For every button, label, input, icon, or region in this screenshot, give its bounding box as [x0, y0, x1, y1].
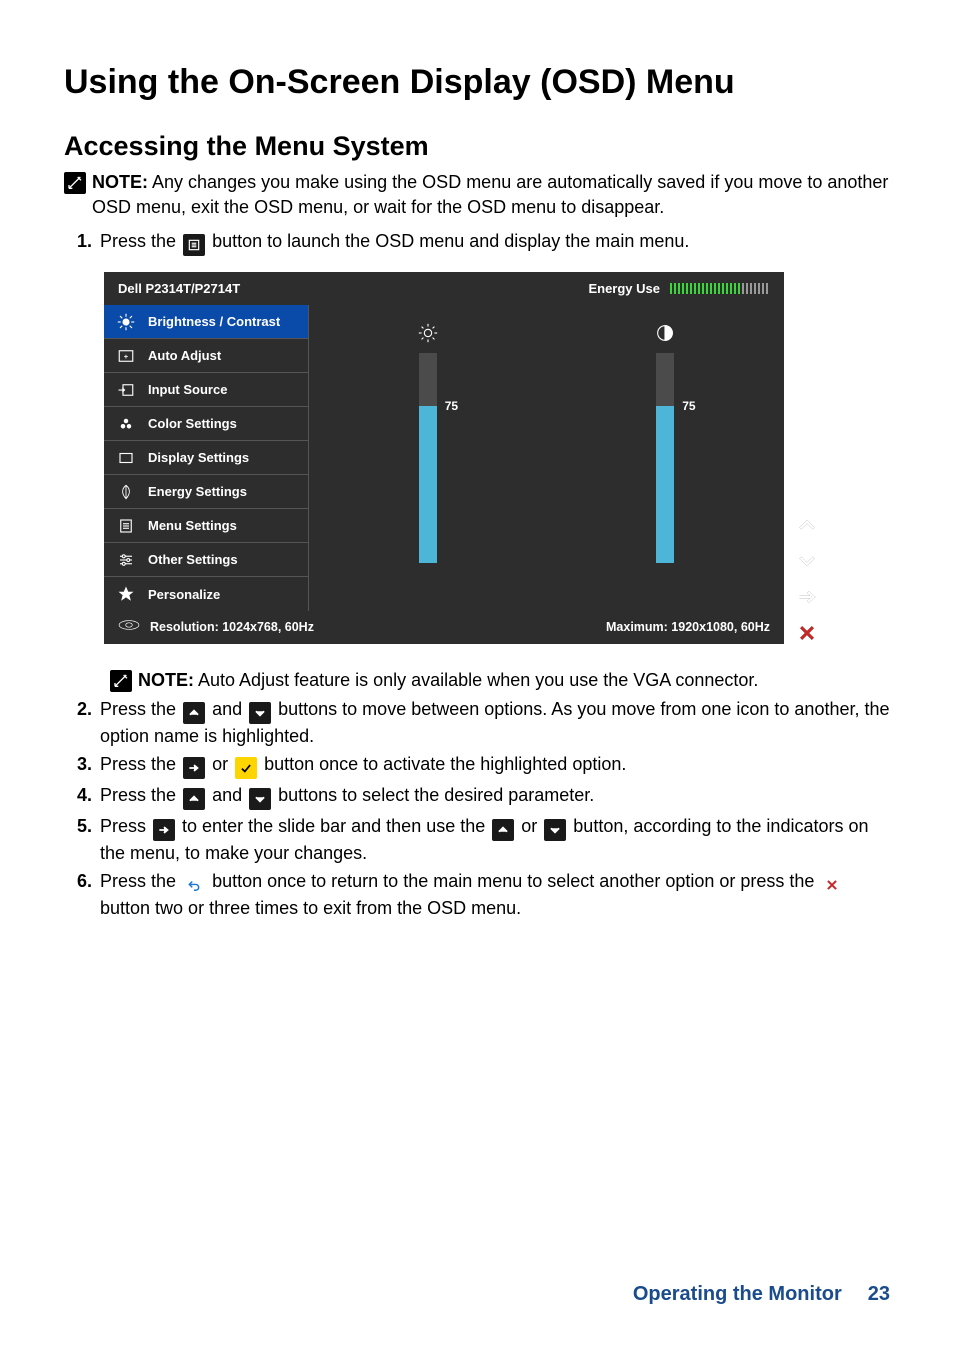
- step-num: 1.: [64, 229, 92, 253]
- page-title: Using the On-Screen Display (OSD) Menu: [64, 60, 890, 106]
- display-settings-icon: [104, 449, 148, 467]
- step-num: 6.: [64, 869, 92, 893]
- step1-post: button to launch the OSD menu and displa…: [212, 231, 689, 251]
- brightness-large-icon: [417, 313, 439, 353]
- step-text: to enter the slide bar and then use the: [182, 816, 490, 836]
- step-text: or: [212, 754, 233, 774]
- osd-item-label: Energy Settings: [148, 483, 247, 501]
- auto-adjust-icon: +: [104, 347, 148, 365]
- osd-close-button[interactable]: [794, 620, 820, 646]
- svg-text:+: +: [124, 352, 129, 361]
- brightness-slider-col: 75: [309, 305, 547, 611]
- osd-item-label: Auto Adjust: [148, 347, 221, 365]
- contrast-slider-col: 75: [547, 305, 785, 611]
- page-number: 23: [868, 1281, 890, 1308]
- osd-item-color[interactable]: Color Settings: [104, 407, 308, 441]
- osd-enter-button[interactable]: [794, 584, 820, 610]
- brightness-value: 75: [445, 398, 458, 414]
- osd-down-button[interactable]: [794, 548, 820, 574]
- step-num: 5.: [64, 814, 92, 838]
- osd-item-display[interactable]: Display Settings: [104, 441, 308, 475]
- contrast-value: 75: [682, 398, 695, 414]
- osd-max-resolution: Maximum: 1920x1080, 60Hz: [606, 619, 770, 636]
- menu-icon: [183, 234, 205, 256]
- step-text: button two or three times to exit from t…: [100, 898, 521, 918]
- down-arrow-icon: [544, 819, 566, 841]
- step-text: button once to activate the highlighted …: [264, 754, 626, 774]
- osd-item-label: Other Settings: [148, 551, 238, 569]
- osd-item-auto[interactable]: + Auto Adjust: [104, 339, 308, 373]
- step-text: or: [521, 816, 542, 836]
- note-icon: [110, 670, 132, 692]
- note-label: NOTE:: [138, 670, 194, 690]
- right-arrow-icon: [153, 819, 175, 841]
- step-text: Press the: [100, 871, 181, 891]
- page-subtitle: Accessing the Menu System: [64, 128, 890, 164]
- osd-item-label: Display Settings: [148, 449, 249, 467]
- osd-item-label: Color Settings: [148, 415, 237, 433]
- osd-item-other[interactable]: Other Settings: [104, 543, 308, 577]
- step-text: and: [212, 699, 247, 719]
- brightness-icon: [104, 313, 148, 331]
- other-settings-icon: [104, 551, 148, 569]
- down-arrow-icon: [249, 702, 271, 724]
- step-text: Press the: [100, 785, 181, 805]
- down-arrow-icon: [249, 788, 271, 810]
- osd-item-label: Brightness / Contrast: [148, 313, 280, 331]
- energy-meter: [670, 283, 770, 294]
- osd-resolution: Resolution: 1024x768, 60Hz: [150, 619, 314, 636]
- step-text: Press the: [100, 754, 181, 774]
- osd-item-input[interactable]: Input Source: [104, 373, 308, 407]
- contrast-slider[interactable]: 75: [656, 353, 674, 563]
- osd-item-personalize[interactable]: Personalize: [104, 577, 308, 611]
- step-text: buttons to select the desired parameter.: [278, 785, 594, 805]
- step-num: 3.: [64, 752, 92, 776]
- osd-item-label: Menu Settings: [148, 517, 237, 535]
- check-icon: [235, 757, 257, 779]
- osd-nav: Brightness / Contrast + Auto Adjust Inpu…: [104, 305, 309, 611]
- osd-energy-label: Energy Use: [588, 280, 660, 298]
- color-settings-icon: [104, 415, 148, 433]
- personalize-icon: [104, 585, 148, 603]
- footer-section: Operating the Monitor: [633, 1281, 842, 1308]
- close-icon: [821, 874, 843, 896]
- osd-item-brightness[interactable]: Brightness / Contrast: [104, 305, 308, 339]
- note-label: NOTE:: [92, 172, 148, 192]
- note-text: Auto Adjust feature is only available wh…: [198, 670, 758, 690]
- osd-item-label: Input Source: [148, 381, 227, 399]
- note-text: Any changes you make using the OSD menu …: [92, 172, 888, 216]
- right-arrow-icon: [183, 757, 205, 779]
- note-icon: [64, 172, 86, 194]
- contrast-large-icon: [654, 313, 676, 353]
- step-num: 2.: [64, 697, 92, 721]
- up-arrow-icon: [492, 819, 514, 841]
- osd-item-energy[interactable]: Energy Settings: [104, 475, 308, 509]
- menu-settings-icon: [104, 517, 148, 535]
- step-text: and: [212, 785, 247, 805]
- step-num: 4.: [64, 783, 92, 807]
- step1-pre: Press the: [100, 231, 181, 251]
- step-text: Press: [100, 816, 151, 836]
- osd-up-button[interactable]: [794, 512, 820, 538]
- osd-item-menu[interactable]: Menu Settings: [104, 509, 308, 543]
- back-icon: [183, 874, 205, 896]
- input-source-icon: [104, 381, 148, 399]
- osd-menu: Dell P2314T/P2714T Energy Use Brightness…: [104, 272, 784, 644]
- energy-settings-icon: [104, 483, 148, 501]
- brightness-slider[interactable]: 75: [419, 353, 437, 563]
- step-text: Press the: [100, 699, 181, 719]
- osd-model: Dell P2314T/P2714T: [118, 280, 588, 298]
- up-arrow-icon: [183, 788, 205, 810]
- resolution-icon: [118, 619, 140, 636]
- up-arrow-icon: [183, 702, 205, 724]
- osd-item-label: Personalize: [148, 586, 220, 604]
- step-text: button once to return to the main menu t…: [212, 871, 819, 891]
